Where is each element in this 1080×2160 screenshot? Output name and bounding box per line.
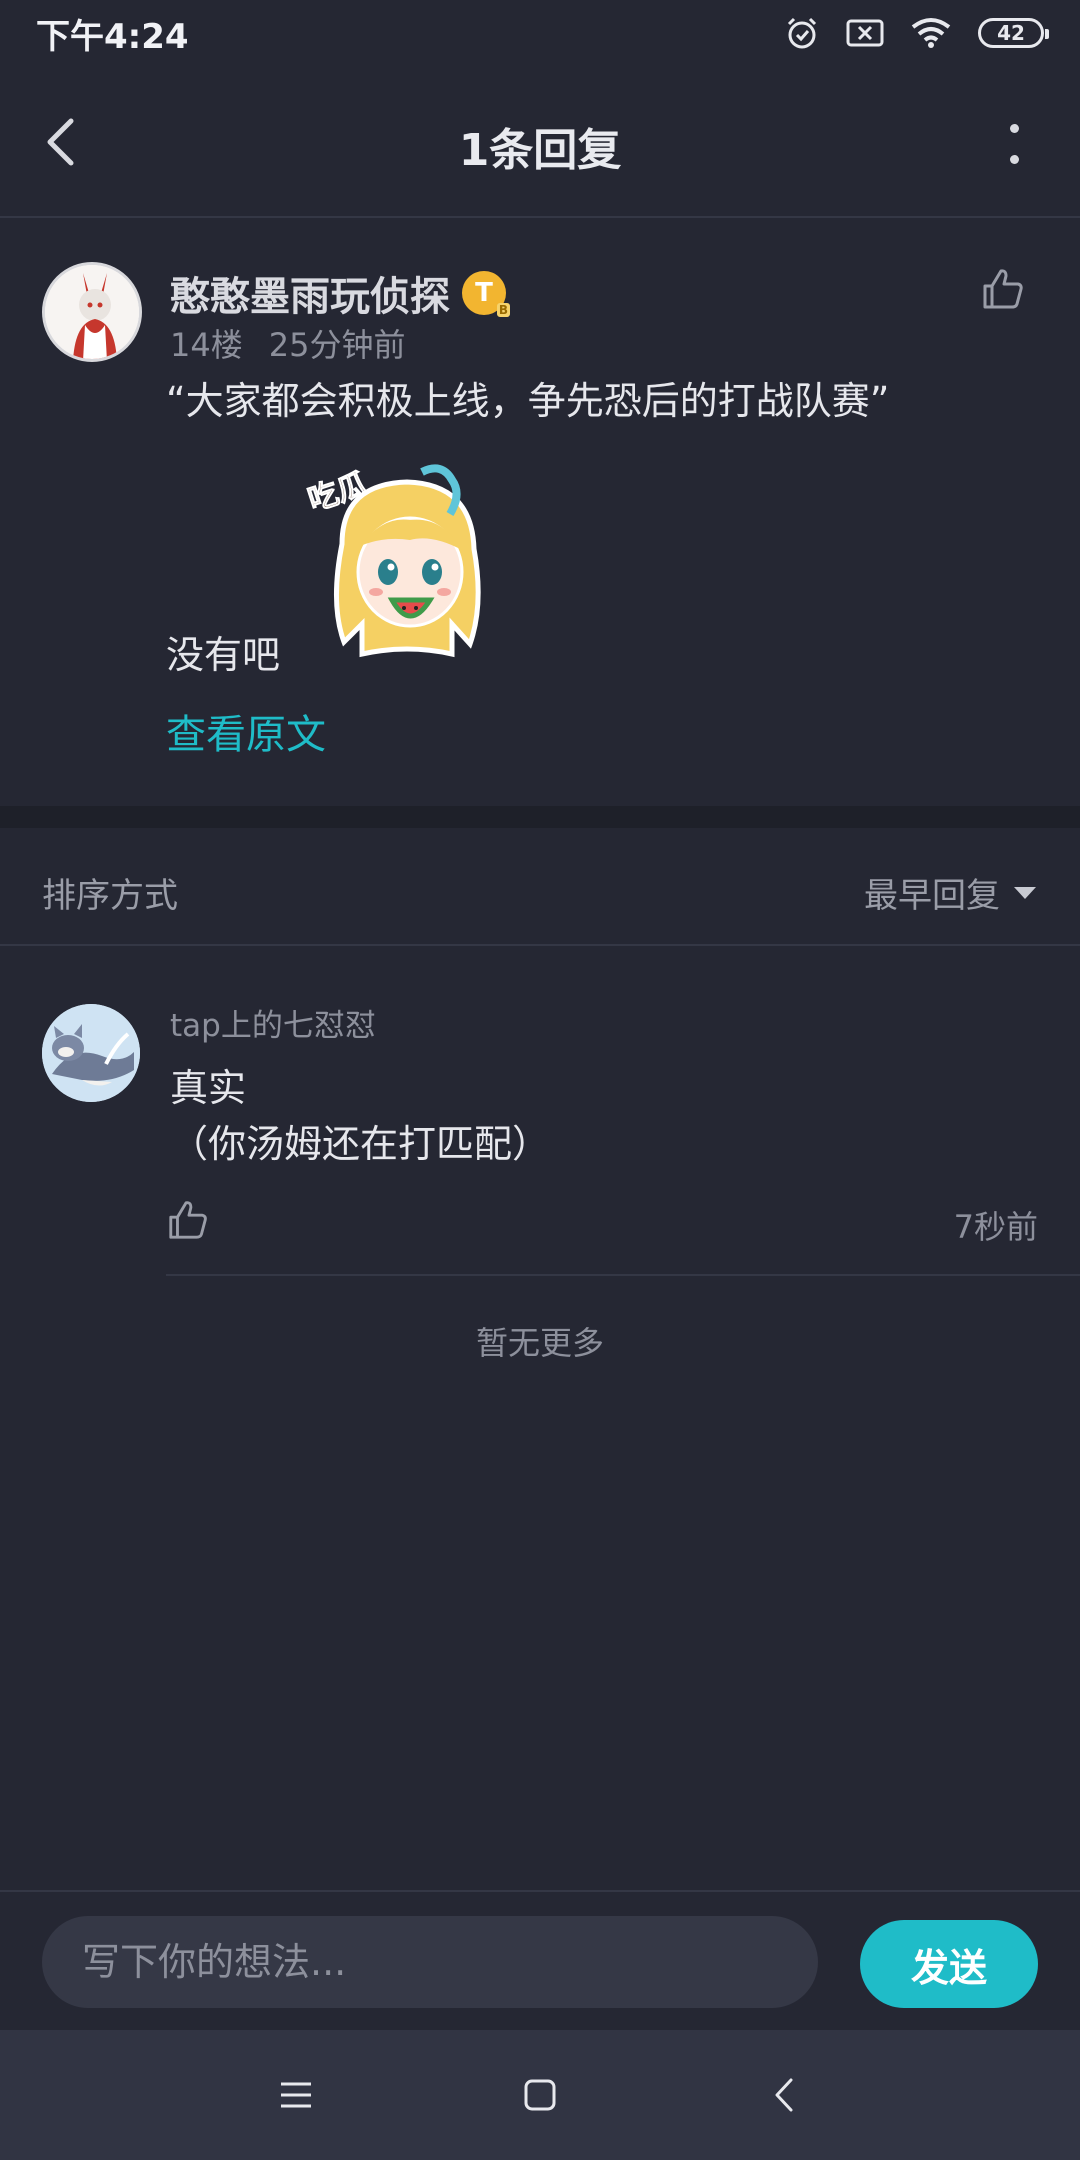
avatar[interactable] (42, 262, 142, 362)
sticker-image: 吃瓜 (302, 454, 512, 664)
post-time: 25分钟前 (268, 326, 406, 364)
comment-input[interactable] (42, 1916, 818, 2008)
avatar[interactable] (42, 1004, 140, 1102)
sort-row: 排序方式 最早回复 (0, 828, 1080, 946)
divider (166, 1274, 1080, 1276)
sort-label: 排序方式 (42, 876, 178, 916)
post-meta: 14楼 25分钟前 (170, 320, 405, 366)
floor-number: 14楼 (170, 326, 243, 364)
reply-author[interactable]: tap上的七怼怼 (170, 1000, 376, 1045)
level-badge-icon: TB (462, 271, 510, 317)
no-more-text: 暂无更多 (475, 1324, 604, 1362)
home-icon[interactable] (513, 2068, 567, 2122)
thumbs-up-icon (983, 269, 1023, 309)
reply-text: 真实 （你汤姆还在打匹配） (170, 1060, 550, 1172)
reply-line: 真实 (170, 1066, 247, 1110)
header: 1条回复 (0, 66, 1080, 218)
status-icons: 42 (784, 15, 1049, 51)
reply-item: tap上的七怼怼 真实 （你汤姆还在打匹配） 7秒前 (0, 948, 1080, 1278)
sort-dropdown[interactable]: 最早回复 (864, 868, 1036, 917)
send-button[interactable]: 发送 (860, 1920, 1038, 2008)
reply-line: （你汤姆还在打匹配） (170, 1122, 551, 1166)
reply-time: 7秒前 (953, 1208, 1038, 1246)
comment-input-bar: 发送 (0, 1890, 1080, 2030)
system-nav-bar (0, 2030, 1080, 2160)
caret-down-icon (1014, 886, 1036, 899)
sim-off-icon (846, 18, 884, 48)
wifi-icon (910, 17, 952, 49)
sort-selected: 最早回复 (864, 876, 1000, 916)
post-author[interactable]: 憨憨墨雨玩侦探 TB (170, 264, 510, 322)
page-title: 1条回复 (458, 125, 622, 176)
comment-text: 没有吧 (166, 633, 281, 677)
menu-icon[interactable] (269, 2068, 323, 2122)
alarm-icon (784, 15, 820, 51)
quoted-text: “大家都会积极上线，争先恐后的打战队赛” (166, 379, 890, 423)
like-button[interactable] (980, 266, 1026, 312)
original-comment: 憨憨墨雨玩侦探 TB 14楼 25分钟前 “大家都会积极上线，争先恐后的打战队赛”… (0, 220, 1080, 806)
author-name: 憨憨墨雨玩侦探 (170, 274, 450, 320)
battery-icon: 42 (978, 18, 1049, 48)
status-bar: 下午4:24 42 (0, 0, 1080, 66)
back-icon[interactable] (757, 2068, 811, 2122)
thumbs-up-icon (169, 1201, 207, 1239)
status-time: 下午4:24 (36, 16, 189, 57)
more-vertical-icon[interactable] (1006, 124, 1022, 164)
view-original-link[interactable]: 查看原文 (166, 702, 326, 760)
reply-like-button[interactable] (166, 1198, 210, 1242)
section-divider (0, 806, 1080, 828)
